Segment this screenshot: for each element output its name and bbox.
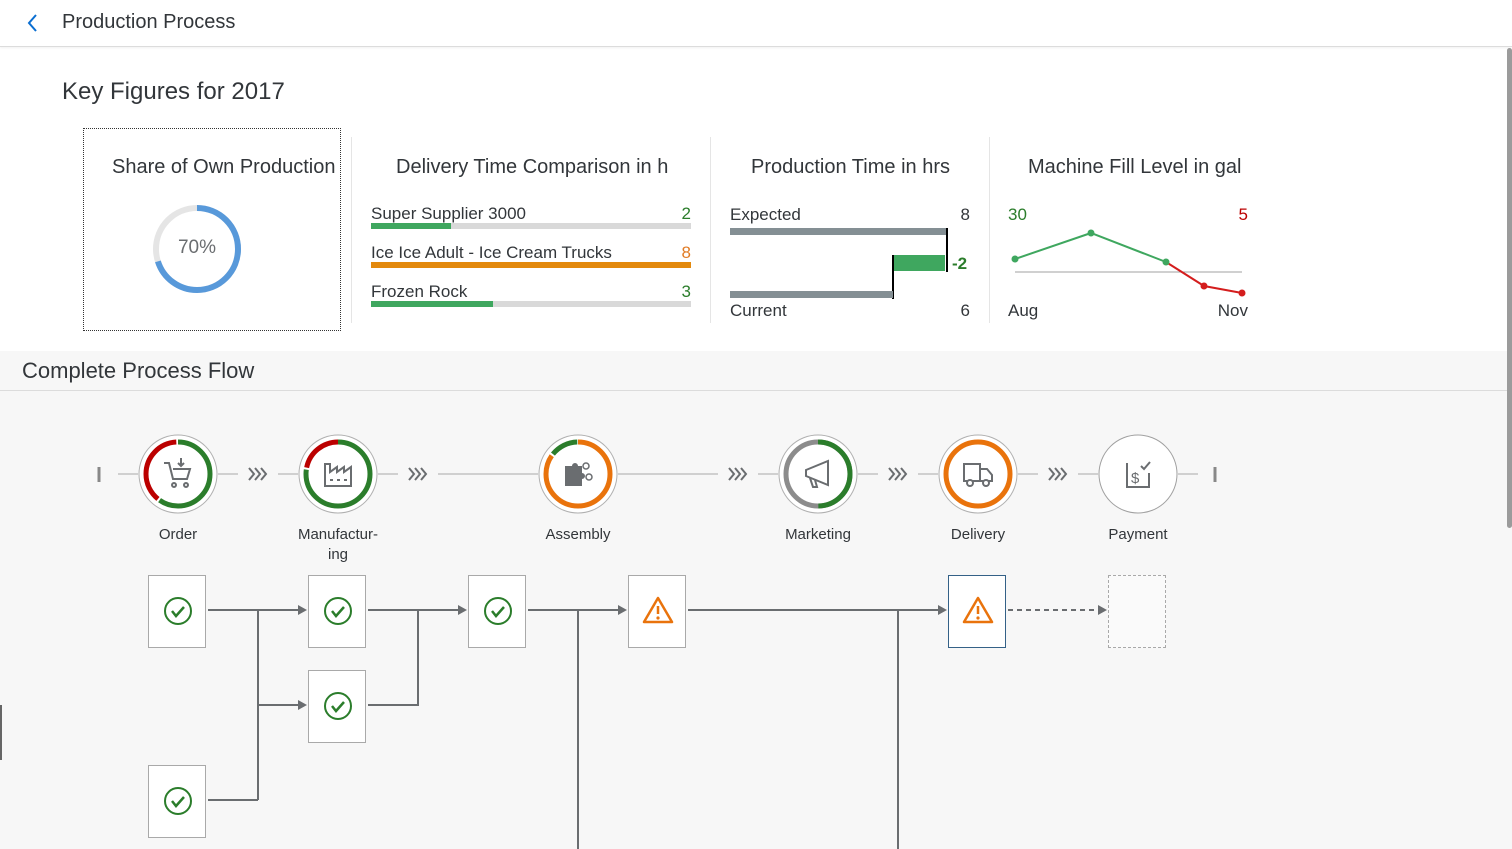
process-node[interactable]	[468, 575, 526, 648]
fill-point	[1200, 282, 1208, 290]
fill-point	[1011, 255, 1019, 263]
current-bar	[730, 291, 893, 298]
delivery-row-bar	[371, 301, 493, 307]
fill-point	[1162, 258, 1170, 266]
lane-label-marketing: Marketing	[785, 526, 851, 543]
delivery-card-title: Delivery Time Comparison in h	[396, 156, 669, 178]
lane-label-order: Order	[158, 526, 198, 543]
delivery-row-label: Frozen Rock	[371, 282, 468, 301]
current-label: Current	[730, 301, 787, 320]
check-circle-icon	[484, 597, 512, 625]
process-node-selected[interactable]	[948, 575, 1006, 648]
lane-order[interactable]	[138, 434, 218, 514]
lane-manufacturing[interactable]	[298, 434, 378, 514]
expected-marker	[946, 228, 948, 272]
fill-point	[1238, 289, 1246, 297]
vertical-scrollbar[interactable]	[1507, 48, 1512, 528]
left-edge-handle[interactable]	[0, 705, 2, 760]
svg-text:$: $	[1131, 470, 1140, 487]
delivery-row-bar	[371, 223, 451, 229]
check-circle-icon	[324, 597, 352, 625]
delivery-row-value: 3	[681, 282, 691, 301]
lane-payment[interactable]: $	[1098, 434, 1178, 514]
key-figures-title: Key Figures for 2017	[62, 78, 285, 105]
delivery-row-track	[371, 262, 691, 268]
current-value: 6	[960, 301, 970, 320]
process-node[interactable]	[308, 575, 366, 648]
lane-label-manufacturing: Manufactur- ing	[297, 526, 379, 563]
process-flow-diagram: $	[97, 434, 1217, 849]
process-node-planned[interactable]	[1108, 575, 1166, 648]
lane-label-payment: Payment	[1108, 526, 1168, 543]
process-node[interactable]	[148, 575, 206, 648]
chevron-left-icon	[27, 14, 37, 32]
process-node[interactable]	[628, 575, 686, 648]
warning-icon	[962, 596, 994, 624]
fill-start-label: Aug	[1008, 301, 1039, 320]
fill-point	[1087, 229, 1095, 237]
fill-level-line-chart	[1011, 229, 1246, 297]
delivery-row-value: 8	[681, 243, 691, 262]
fill-card-title: Machine Fill Level in gal	[1028, 156, 1242, 178]
process-node[interactable]	[148, 765, 206, 838]
fill-end-label: Nov	[1217, 301, 1248, 320]
delivery-row-value: 2	[681, 204, 691, 223]
delivery-row-bar	[371, 262, 691, 268]
delivery-row-track	[371, 301, 691, 307]
production-card-title: Production Time in hrs	[751, 156, 950, 178]
process-flow-title: Complete Process Flow	[22, 358, 255, 383]
lane-label-assembly: Assembly	[545, 526, 611, 543]
lane-marketing[interactable]	[778, 434, 858, 514]
page-title: Production Process	[62, 11, 236, 33]
delta-value: -2	[952, 254, 968, 273]
check-circle-icon	[324, 692, 352, 720]
lane-assembly[interactable]	[538, 434, 618, 514]
delta-bar	[894, 255, 945, 271]
share-card-title: Share of Own Production	[112, 156, 336, 178]
delivery-row-track	[371, 223, 691, 229]
lane-label-delivery: Delivery	[950, 526, 1006, 543]
lane-delivery[interactable]	[938, 434, 1018, 514]
expected-bar	[730, 228, 946, 235]
fill-line-positive	[1014, 231, 1167, 263]
process-node[interactable]	[308, 670, 366, 743]
expected-value: 8	[960, 205, 970, 224]
share-percent-label: 70%	[177, 237, 217, 258]
expected-label: Expected	[730, 205, 801, 224]
delivery-row-label: Ice Ice Adult - Ice Cream Trucks	[371, 243, 612, 262]
check-circle-icon	[164, 597, 192, 625]
section-separator	[0, 390, 1508, 391]
warning-icon	[642, 596, 674, 624]
back-button[interactable]	[20, 10, 46, 36]
delivery-row-label: Super Supplier 3000	[371, 204, 527, 223]
check-circle-icon	[164, 787, 192, 815]
